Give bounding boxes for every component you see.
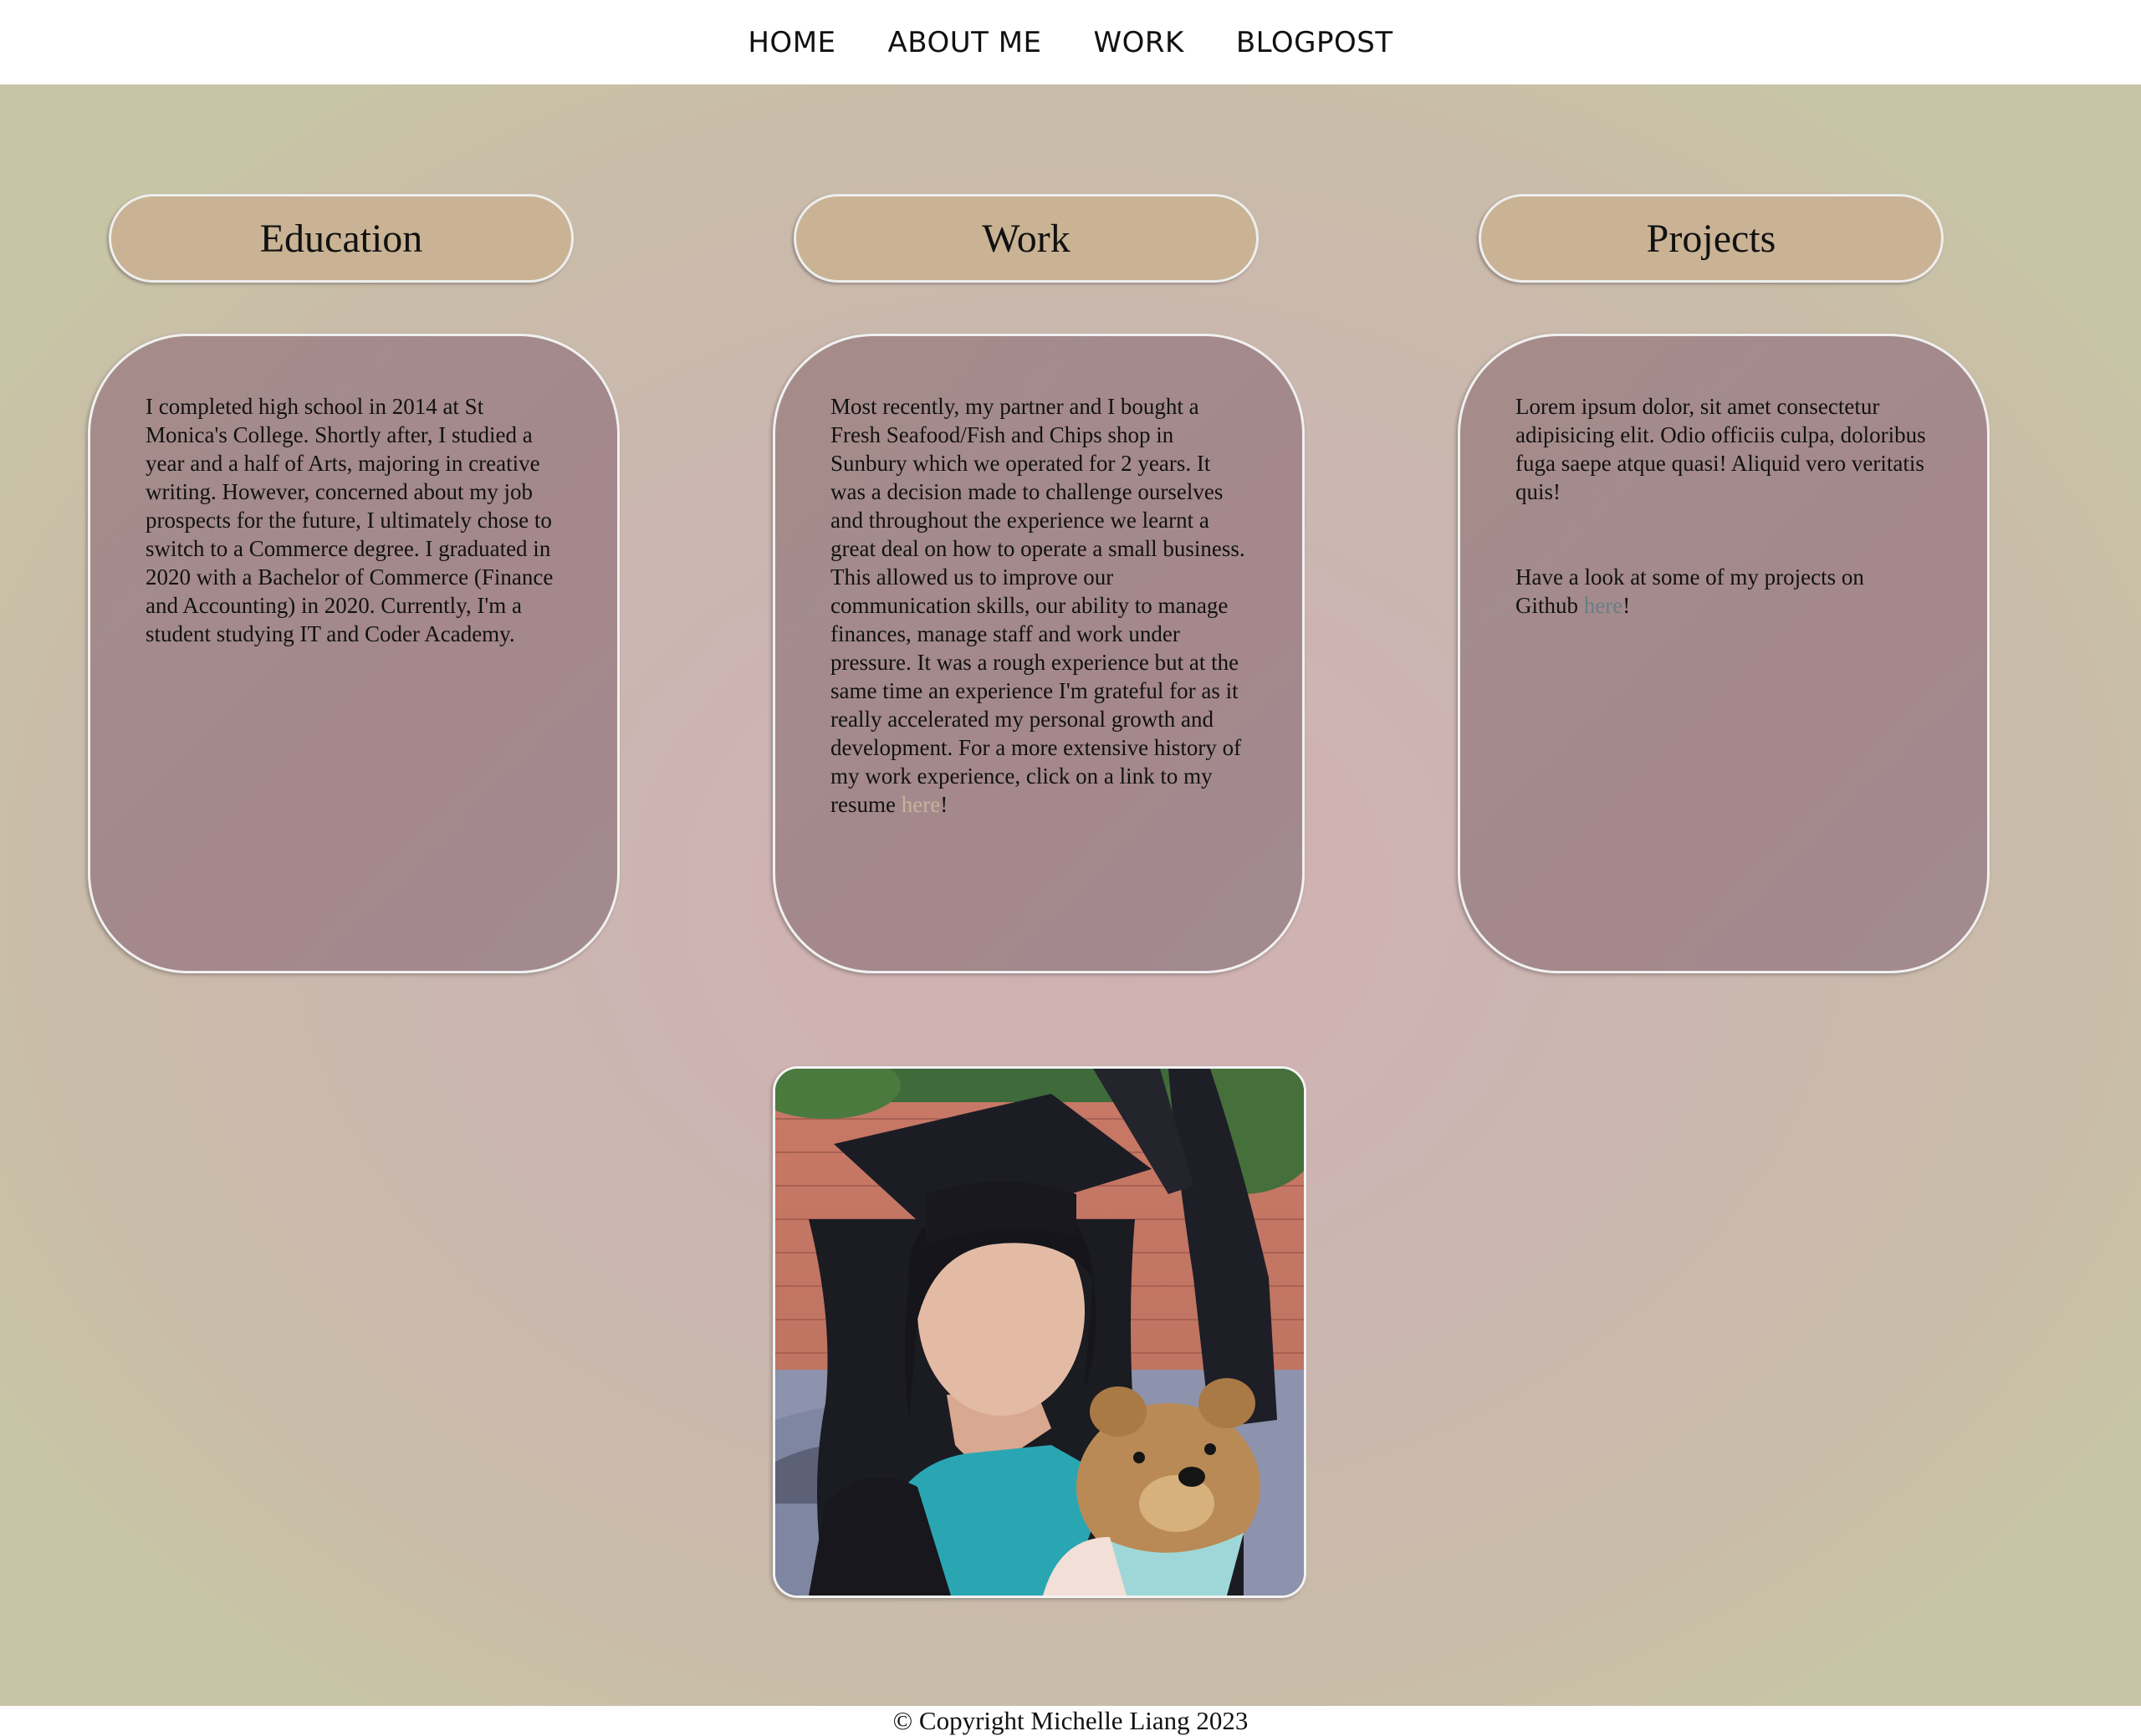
github-link[interactable]: here — [1584, 593, 1622, 618]
nav-about-me-link[interactable]: ABOUT ME — [888, 26, 1042, 59]
projects-github-paragraph: Have a look at some of my projects on Gi… — [1515, 563, 1932, 620]
work-text: Most recently, my partner and I bought a… — [830, 394, 1245, 817]
education-text: I completed high school in 2014 at St Mo… — [146, 394, 554, 646]
nav-work-link[interactable]: WORK — [1094, 26, 1184, 59]
work-text-paragraph: Most recently, my partner and I bought a… — [830, 392, 1247, 819]
graduation-photo-illustration — [775, 1069, 1304, 1596]
nav-home-link[interactable]: HOME — [748, 26, 835, 59]
education-heading: Education — [109, 194, 574, 283]
work-text-end: ! — [940, 792, 948, 817]
graduation-photo — [773, 1066, 1306, 1598]
projects-text: Lorem ipsum dolor, sit amet consectetur … — [1515, 394, 1926, 504]
projects-github-text-end: ! — [1622, 593, 1631, 618]
nav-blogpost-link[interactable]: BLOGPOST — [1236, 26, 1393, 59]
copyright-text: © Copyright Michelle Liang 2023 — [892, 1706, 1249, 1735]
footer: © Copyright Michelle Liang 2023 — [0, 1706, 2141, 1736]
work-card: Most recently, my partner and I bought a… — [773, 334, 1305, 973]
work-heading: Work — [794, 194, 1259, 283]
education-card: I completed high school in 2014 at St Mo… — [88, 334, 620, 973]
projects-card: Lorem ipsum dolor, sit amet consectetur … — [1458, 334, 1990, 973]
projects-heading: Projects — [1479, 194, 1944, 283]
projects-github-text: Have a look at some of my projects on Gi… — [1515, 564, 1864, 618]
main-content: Education Work Projects I completed high… — [0, 84, 2141, 1706]
resume-link[interactable]: here — [902, 792, 940, 817]
top-navigation: HOME ABOUT ME WORK BLOGPOST — [0, 0, 2141, 84]
